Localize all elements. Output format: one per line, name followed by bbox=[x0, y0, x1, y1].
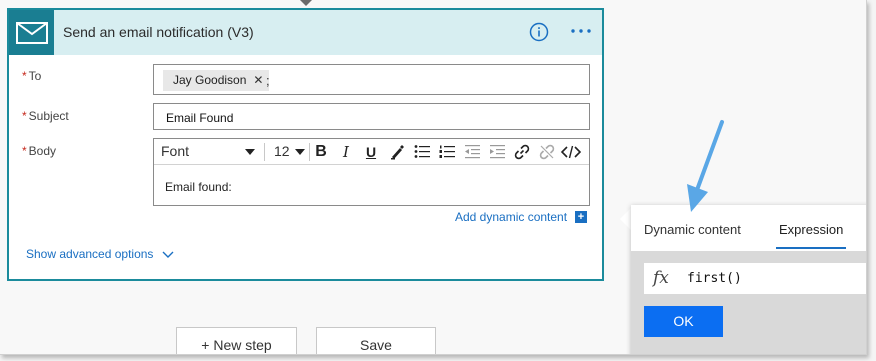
subject-field[interactable]: Email Found bbox=[153, 103, 590, 130]
required-marker: * bbox=[22, 69, 27, 83]
chevron-down-icon[interactable] bbox=[162, 246, 174, 264]
to-field[interactable]: Jay Goodison ✕ ; bbox=[153, 64, 590, 95]
body-value: Email found: bbox=[165, 180, 232, 194]
underline-button[interactable]: U bbox=[361, 142, 381, 161]
popup-notch bbox=[620, 208, 631, 230]
required-marker: * bbox=[22, 109, 27, 123]
numbered-list-icon[interactable] bbox=[437, 142, 457, 161]
expression-panel: fx first() OK bbox=[631, 251, 866, 354]
to-label: * To bbox=[22, 69, 41, 83]
tab-expression[interactable]: Expression bbox=[779, 222, 843, 237]
bold-button[interactable]: B bbox=[311, 142, 331, 161]
recipient-name: Jay Goodison bbox=[173, 73, 247, 87]
add-dynamic-content-plus-icon[interactable]: + bbox=[575, 211, 587, 223]
italic-button[interactable]: I bbox=[336, 142, 356, 161]
remove-token-icon[interactable]: ✕ bbox=[253, 73, 263, 87]
connector-arrow bbox=[300, 0, 312, 6]
required-marker: * bbox=[22, 144, 27, 158]
tab-dynamic-content[interactable]: Dynamic content bbox=[644, 222, 741, 237]
recipient-token[interactable]: Jay Goodison ✕ bbox=[163, 70, 270, 91]
increase-indent-icon[interactable] bbox=[487, 142, 507, 161]
font-select[interactable]: Font bbox=[161, 143, 189, 159]
card-title: Send an email notification (V3) bbox=[63, 24, 254, 40]
save-button[interactable]: Save bbox=[316, 327, 436, 354]
subject-value: Email Found bbox=[166, 111, 234, 125]
toolbar-divider bbox=[309, 143, 310, 161]
annotation-arrow bbox=[687, 120, 724, 212]
designer-canvas: Send an email notification (V3) * To Jay … bbox=[0, 0, 867, 355]
expression-text: first() bbox=[687, 271, 742, 286]
highlight-pen-icon[interactable] bbox=[387, 142, 407, 161]
active-tab-indicator bbox=[776, 247, 846, 249]
card-header[interactable]: Send an email notification (V3) bbox=[9, 10, 602, 55]
info-icon[interactable] bbox=[529, 22, 549, 47]
unlink-icon[interactable] bbox=[537, 142, 557, 161]
font-size-dropdown-icon[interactable] bbox=[295, 149, 305, 155]
ok-button[interactable]: OK bbox=[644, 306, 723, 337]
mail-icon bbox=[9, 10, 54, 55]
dynamic-content-popup: Dynamic content Expression fx first() OK bbox=[631, 205, 866, 354]
more-options-icon[interactable] bbox=[570, 22, 592, 34]
body-label-text: Body bbox=[28, 144, 57, 158]
rich-text-toolbar: Font 12 B I U bbox=[154, 139, 589, 165]
body-editor[interactable]: Font 12 B I U Email found: bbox=[153, 138, 590, 206]
decrease-indent-icon[interactable] bbox=[462, 142, 482, 161]
expression-input[interactable]: fx first() bbox=[644, 263, 866, 294]
toolbar-divider bbox=[264, 143, 265, 161]
show-advanced-options-link[interactable]: Show advanced options bbox=[26, 247, 153, 261]
link-icon[interactable] bbox=[512, 142, 532, 161]
add-dynamic-content-link[interactable]: Add dynamic content bbox=[455, 210, 567, 224]
font-size-select[interactable]: 12 bbox=[274, 143, 290, 159]
subject-label-text: Subject bbox=[28, 109, 69, 123]
to-separator: ; bbox=[266, 73, 270, 88]
font-dropdown-icon[interactable] bbox=[245, 149, 255, 155]
new-step-button[interactable]: + New step bbox=[176, 327, 297, 354]
email-action-card: Send an email notification (V3) * To Jay … bbox=[7, 8, 604, 281]
body-label: * Body bbox=[22, 144, 56, 158]
to-label-text: To bbox=[28, 69, 42, 83]
bulleted-list-icon[interactable] bbox=[412, 142, 432, 161]
code-view-icon[interactable] bbox=[561, 142, 581, 161]
subject-label: * Subject bbox=[22, 109, 69, 123]
fx-icon: fx bbox=[653, 268, 669, 288]
